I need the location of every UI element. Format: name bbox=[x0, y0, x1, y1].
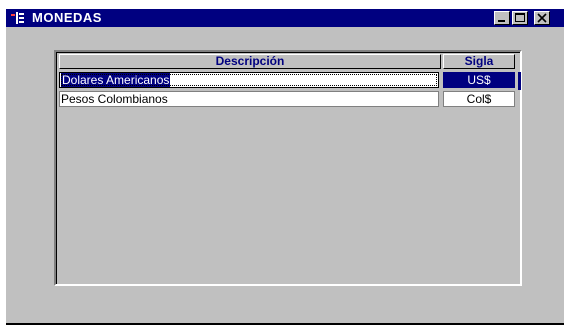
sigla-cell-row-1[interactable]: US$ bbox=[443, 72, 515, 88]
column-header-descripcion[interactable]: Descripción bbox=[59, 54, 441, 69]
maximize-button[interactable] bbox=[512, 11, 528, 25]
minimize-icon bbox=[498, 20, 505, 22]
sigla-cell-row-2[interactable]: Col$ bbox=[443, 91, 515, 107]
close-button[interactable] bbox=[534, 11, 550, 25]
current-record-indicator bbox=[518, 72, 521, 90]
title-bar[interactable]: MONEDAS bbox=[6, 9, 564, 27]
grid-body: Descripción Sigla Dolares Americanos US$… bbox=[56, 52, 521, 284]
monedas-window: MONEDAS Descripción Sigla Dolares Americ… bbox=[6, 9, 564, 325]
maximize-icon bbox=[515, 13, 525, 22]
description-cell-row-1[interactable]: Dolares Americanos bbox=[59, 72, 439, 88]
description-cell-row-2[interactable]: Pesos Colombianos bbox=[59, 91, 439, 107]
window-title: MONEDAS bbox=[32, 10, 102, 25]
minimize-button[interactable] bbox=[494, 11, 510, 25]
close-icon bbox=[537, 13, 547, 23]
column-header-sigla[interactable]: Sigla bbox=[443, 54, 515, 69]
app-form-icon bbox=[11, 11, 25, 25]
description-value: Dolares Americanos bbox=[61, 73, 171, 87]
monedas-grid: Descripción Sigla Dolares Americanos US$… bbox=[54, 50, 522, 286]
